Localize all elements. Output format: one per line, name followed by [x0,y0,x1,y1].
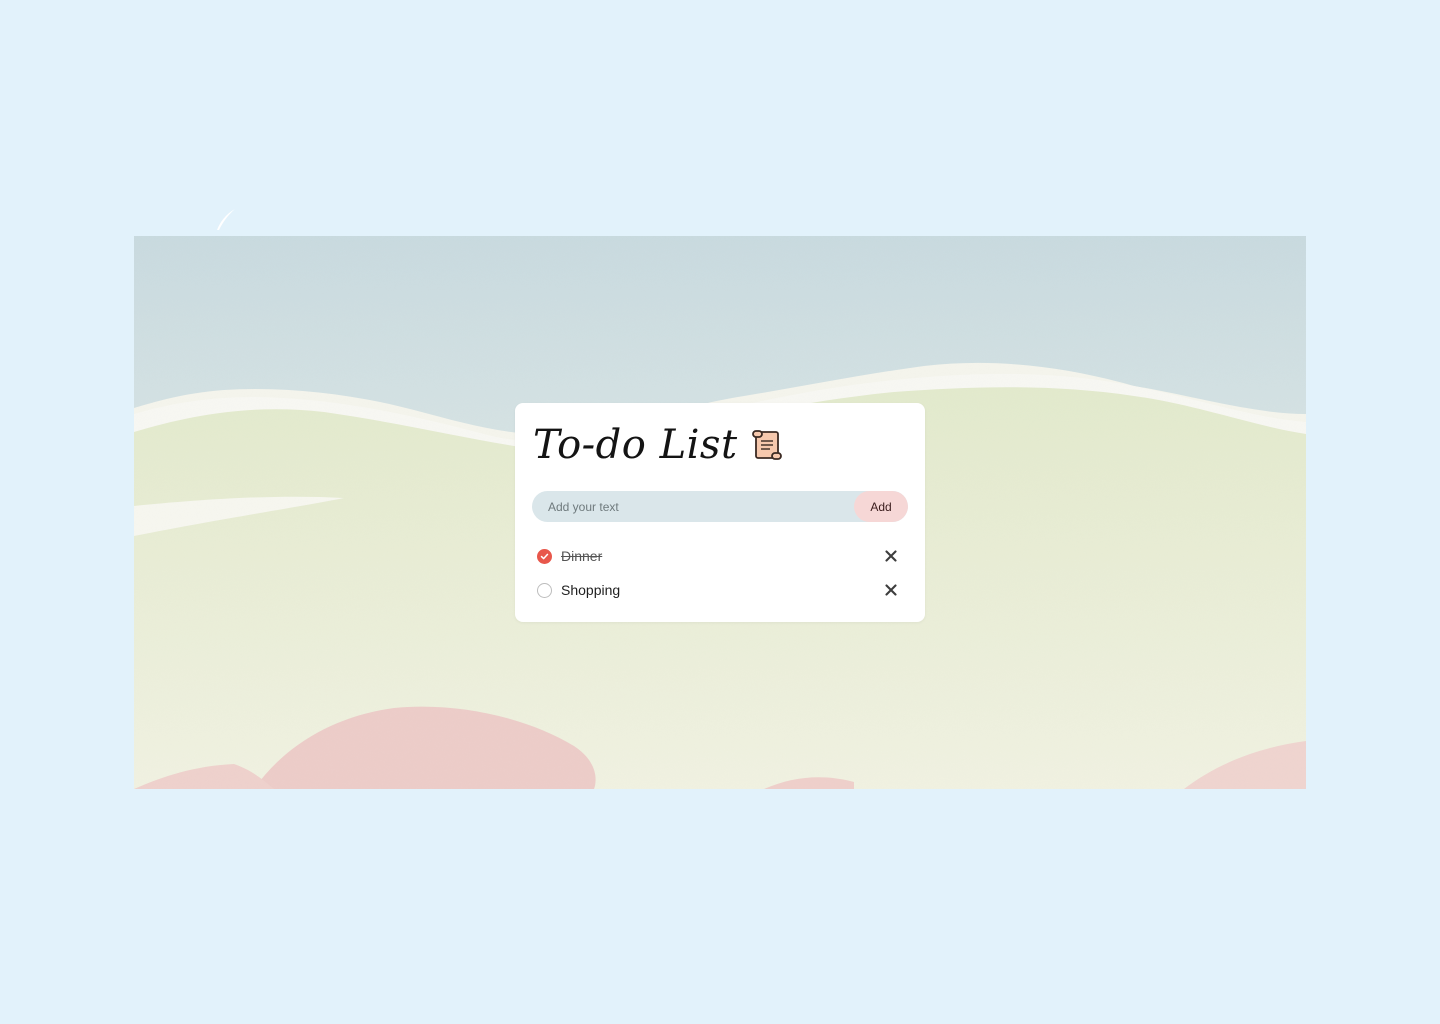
unchecked-circle-icon[interactable] [537,582,552,598]
close-icon[interactable] [883,582,899,598]
title-row: To-do List [533,417,784,473]
task-label: Shopping [561,582,621,598]
todo-card: To-do List Add Dinner [515,403,925,622]
app-title: To-do List [533,422,738,468]
close-icon[interactable] [883,548,899,564]
add-button[interactable]: Add [854,491,908,522]
checked-circle-icon[interactable] [537,548,552,564]
task-input[interactable] [532,491,854,522]
scroll-icon [751,430,782,460]
task-label: Dinner [561,548,603,564]
add-task-row: Add [532,491,908,522]
feather-stroke-icon [217,209,235,230]
task-item[interactable]: Shopping [537,573,909,607]
task-list: Dinner Shopping [537,539,909,607]
task-item[interactable]: Dinner [537,539,909,573]
page-background: To-do List Add Dinner [0,0,1440,1024]
